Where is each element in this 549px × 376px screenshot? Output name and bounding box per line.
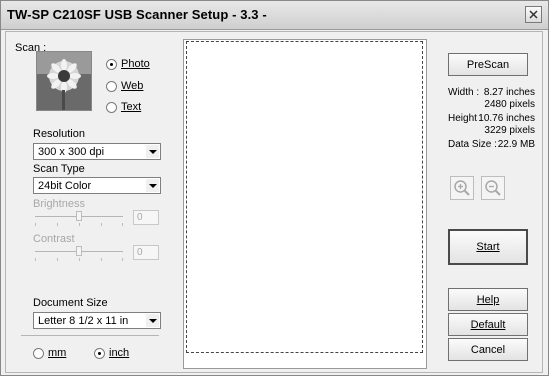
chevron-down-icon[interactable] (146, 179, 159, 192)
resolution-select[interactable]: 300 x 300 dpi (33, 143, 161, 160)
start-label: Start (476, 241, 500, 253)
zoom-in-icon (454, 180, 470, 196)
slider-tick (57, 223, 58, 226)
scan-area-selection[interactable] (186, 41, 423, 353)
help-label: Help (476, 293, 500, 306)
radio-inch[interactable] (94, 348, 105, 359)
contrast-slider-thumb[interactable] (76, 246, 82, 256)
scanner-setup-window: TW-SP C210SF USB Scanner Setup - 3.3 - S… (0, 0, 549, 376)
data-size-value: 22.9 MB (497, 139, 535, 150)
scan-type-label: Scan Type (33, 163, 85, 175)
zoom-out-icon (485, 180, 501, 196)
width-inches: 8.27 inches (483, 87, 535, 98)
divider (21, 335, 159, 336)
radio-web-label[interactable]: Web (121, 80, 143, 92)
slider-tick (35, 258, 36, 261)
window-title: TW-SP C210SF USB Scanner Setup - 3.3 - (7, 7, 267, 22)
chevron-down-icon[interactable] (146, 145, 159, 158)
cancel-button[interactable]: Cancel (448, 338, 528, 361)
width-pixels: 2480 pixels (484, 99, 535, 110)
slider-tick (79, 258, 80, 261)
scan-type-select[interactable]: 24bit Color (33, 177, 161, 194)
start-button[interactable]: Start (448, 229, 528, 265)
height-inches: 10.76 inches (478, 113, 535, 124)
zoom-out-button[interactable] (481, 176, 505, 200)
slider-tick (101, 223, 102, 226)
brightness-slider-thumb[interactable] (76, 211, 82, 221)
radio-text-label[interactable]: Text (121, 101, 141, 113)
radio-text[interactable] (106, 102, 117, 113)
brightness-label: Brightness (33, 198, 85, 210)
slider-tick (79, 223, 80, 226)
radio-photo[interactable] (106, 59, 117, 70)
document-size-select[interactable]: Letter 8 1/2 x 11 in (33, 312, 161, 329)
height-pixels: 3229 pixels (484, 125, 535, 136)
radio-web[interactable] (106, 81, 117, 92)
slider-tick (122, 258, 123, 261)
document-size-value: Letter 8 1/2 x 11 in (38, 315, 129, 327)
document-size-label: Document Size (33, 297, 108, 309)
help-button[interactable]: Help (448, 288, 528, 311)
brightness-value[interactable]: 0 (133, 210, 159, 225)
chevron-down-icon[interactable] (146, 314, 159, 327)
default-label: Default (470, 318, 506, 331)
prescan-button[interactable]: PreScan (448, 53, 528, 76)
radio-mm[interactable] (33, 348, 44, 359)
default-button[interactable]: Default (448, 313, 528, 336)
close-icon (529, 10, 538, 19)
contrast-label: Contrast (33, 233, 75, 245)
zoom-in-button[interactable] (450, 176, 474, 200)
radio-mm-label[interactable]: mm (48, 347, 66, 359)
radio-photo-label[interactable]: Photo (121, 58, 150, 70)
resolution-value: 300 x 300 dpi (38, 146, 105, 158)
title-bar[interactable]: TW-SP C210SF USB Scanner Setup - 3.3 - (1, 1, 548, 30)
slider-tick (57, 258, 58, 261)
scan-type-value: 24bit Color (38, 180, 92, 192)
contrast-value[interactable]: 0 (133, 245, 159, 260)
resolution-label: Resolution (33, 128, 85, 140)
slider-tick (122, 223, 123, 226)
slider-tick (35, 223, 36, 226)
slider-tick (101, 258, 102, 261)
radio-inch-label[interactable]: inch (109, 347, 129, 359)
close-button[interactable] (525, 6, 542, 23)
sunflower-photo-icon (36, 51, 92, 111)
